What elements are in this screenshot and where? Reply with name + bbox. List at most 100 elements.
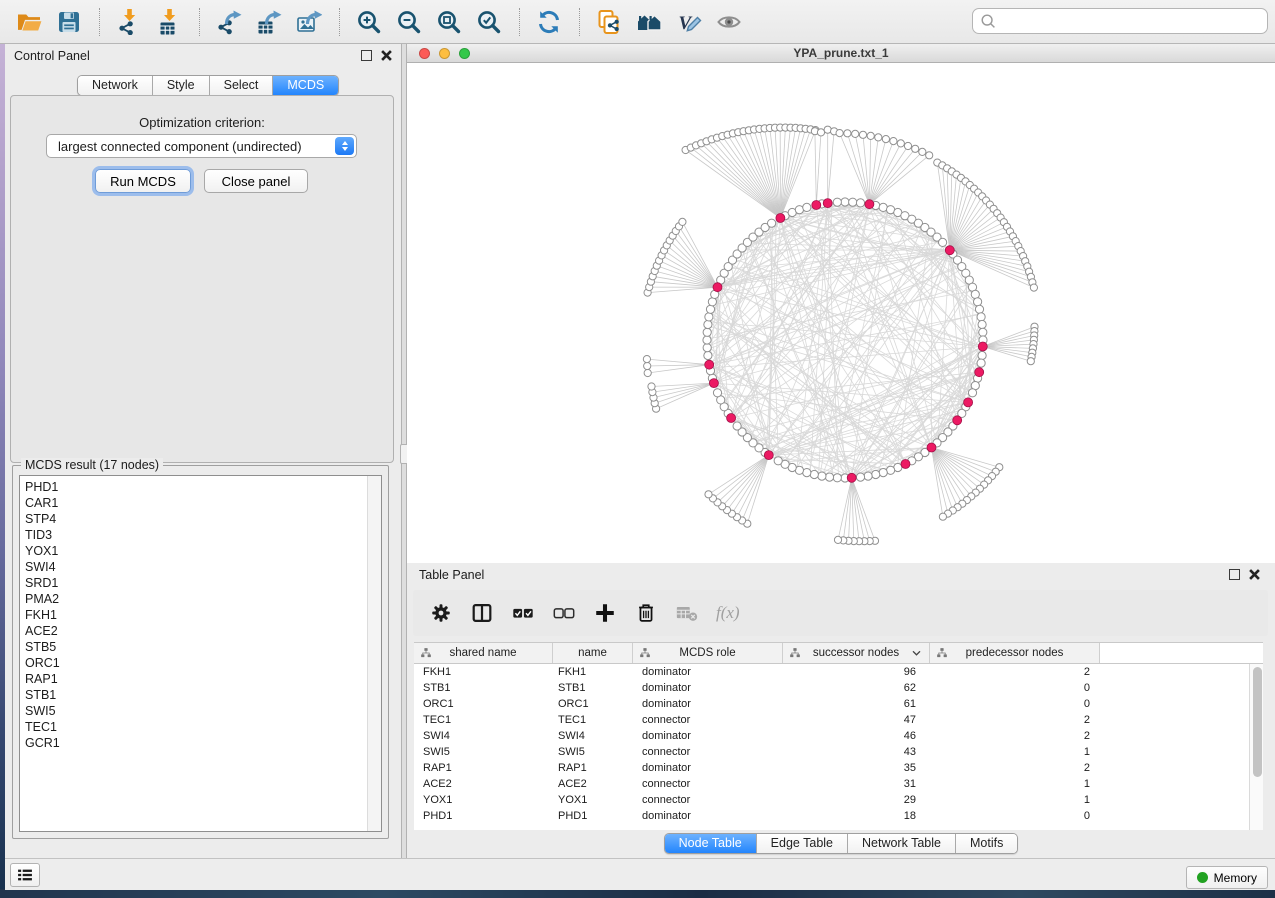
mcds-result-item[interactable]: STB5: [25, 639, 381, 655]
open-file-button[interactable]: [14, 5, 46, 39]
table-row[interactable]: FKH1FKH1dominator962: [414, 664, 1263, 680]
search-input[interactable]: [1000, 10, 1267, 32]
mcds-result-item[interactable]: SWI4: [25, 559, 381, 575]
export-network-button[interactable]: [214, 5, 246, 39]
cell-MCDS-role[interactable]: dominator: [633, 680, 783, 696]
table-row[interactable]: SWI4SWI4dominator462: [414, 728, 1263, 744]
cell-successor-nodes[interactable]: 62: [783, 680, 930, 696]
cell-MCDS-role[interactable]: dominator: [633, 760, 783, 776]
table-row[interactable]: SWI5SWI5connector431: [414, 744, 1263, 760]
close-panel-button[interactable]: [381, 49, 393, 61]
cell-shared-name[interactable]: YOX1: [414, 792, 553, 808]
column-header-successor-nodes[interactable]: successor nodes: [783, 643, 930, 663]
mcds-result-item[interactable]: PMA2: [25, 591, 381, 607]
cell-predecessor-nodes[interactable]: 0: [930, 696, 1100, 712]
cell-successor-nodes[interactable]: 46: [783, 728, 930, 744]
cell-predecessor-nodes[interactable]: 2: [930, 760, 1100, 776]
cell-successor-nodes[interactable]: 18: [783, 808, 930, 824]
tab-style[interactable]: Style: [152, 76, 209, 95]
table-row[interactable]: ORC1ORC1dominator610: [414, 696, 1263, 712]
cell-name[interactable]: FKH1: [553, 664, 633, 680]
cell-successor-nodes[interactable]: 96: [783, 664, 930, 680]
mcds-result-item[interactable]: CAR1: [25, 495, 381, 511]
run-mcds-button[interactable]: Run MCDS: [95, 169, 191, 193]
scrollbar-thumb[interactable]: [1253, 667, 1262, 777]
cell-name[interactable]: PHD1: [553, 808, 633, 824]
zoom-selected-button[interactable]: [474, 5, 506, 39]
cell-name[interactable]: YOX1: [553, 792, 633, 808]
refresh-view-button[interactable]: [534, 5, 566, 39]
column-header-shared-name[interactable]: shared name: [414, 643, 553, 663]
delete-button[interactable]: [634, 600, 660, 626]
cell-shared-name[interactable]: RAP1: [414, 760, 553, 776]
float-table-panel-button[interactable]: [1229, 569, 1240, 580]
export-image-button[interactable]: [294, 5, 326, 39]
columns-button[interactable]: [470, 600, 496, 626]
column-header-predecessor-nodes[interactable]: predecessor nodes: [930, 643, 1100, 663]
memory-button[interactable]: Memory: [1186, 866, 1268, 889]
mcds-result-item[interactable]: SWI5: [25, 703, 381, 719]
cell-shared-name[interactable]: PHD1: [414, 808, 553, 824]
cell-shared-name[interactable]: SWI4: [414, 728, 553, 744]
column-header-MCDS-role[interactable]: MCDS role: [633, 643, 783, 663]
cell-MCDS-role[interactable]: dominator: [633, 664, 783, 680]
zoom-fit-button[interactable]: [434, 5, 466, 39]
mcds-result-item[interactable]: ACE2: [25, 623, 381, 639]
zoom-in-button[interactable]: [354, 5, 386, 39]
cell-successor-nodes[interactable]: 47: [783, 712, 930, 728]
table-row[interactable]: YOX1YOX1connector291: [414, 792, 1263, 808]
tab-select[interactable]: Select: [209, 76, 273, 95]
export-table-button[interactable]: [254, 5, 286, 39]
cell-name[interactable]: STB1: [553, 680, 633, 696]
first-neighbors-button[interactable]: [634, 5, 666, 39]
optimization-criterion-select[interactable]: largest connected component (undirected): [46, 134, 357, 158]
select-all-button[interactable]: [511, 600, 537, 626]
mcds-result-item[interactable]: ORC1: [25, 655, 381, 671]
table-row[interactable]: STB1STB1dominator620: [414, 680, 1263, 696]
cell-shared-name[interactable]: TEC1: [414, 712, 553, 728]
mcds-result-item[interactable]: TID3: [25, 527, 381, 543]
import-network-button[interactable]: [114, 5, 146, 39]
mcds-list-scrollbar[interactable]: [367, 476, 381, 831]
mcds-result-item[interactable]: STP4: [25, 511, 381, 527]
cell-name[interactable]: ACE2: [553, 776, 633, 792]
tab-node-table[interactable]: Node Table: [665, 834, 756, 853]
close-table-panel-button[interactable]: [1249, 568, 1261, 580]
mcds-result-item[interactable]: STB1: [25, 687, 381, 703]
cell-successor-nodes[interactable]: 29: [783, 792, 930, 808]
mcds-result-item[interactable]: RAP1: [25, 671, 381, 687]
tab-edge-table[interactable]: Edge Table: [756, 834, 847, 853]
cell-MCDS-role[interactable]: connector: [633, 744, 783, 760]
zoom-out-button[interactable]: [394, 5, 426, 39]
cell-name[interactable]: ORC1: [553, 696, 633, 712]
cell-predecessor-nodes[interactable]: 1: [930, 792, 1100, 808]
add-button[interactable]: [593, 600, 619, 626]
mcds-result-item[interactable]: SRD1: [25, 575, 381, 591]
cell-predecessor-nodes[interactable]: 1: [930, 776, 1100, 792]
cell-successor-nodes[interactable]: 31: [783, 776, 930, 792]
import-table-button[interactable]: [154, 5, 186, 39]
cell-name[interactable]: SWI4: [553, 728, 633, 744]
cell-predecessor-nodes[interactable]: 2: [930, 664, 1100, 680]
cell-shared-name[interactable]: FKH1: [414, 664, 553, 680]
cell-predecessor-nodes[interactable]: 1: [930, 744, 1100, 760]
search-field[interactable]: [972, 8, 1268, 34]
settings-button[interactable]: [429, 600, 455, 626]
cell-name[interactable]: RAP1: [553, 760, 633, 776]
deselect-all-button[interactable]: [552, 600, 578, 626]
cell-successor-nodes[interactable]: 43: [783, 744, 930, 760]
tab-motifs[interactable]: Motifs: [955, 834, 1017, 853]
tab-mcds[interactable]: MCDS: [272, 76, 338, 95]
table-scrollbar[interactable]: [1249, 664, 1263, 830]
cell-shared-name[interactable]: ACE2: [414, 776, 553, 792]
network-graph[interactable]: [407, 63, 1275, 563]
cell-predecessor-nodes[interactable]: 2: [930, 712, 1100, 728]
table-row[interactable]: TEC1TEC1connector472: [414, 712, 1263, 728]
task-history-button[interactable]: [10, 863, 40, 887]
clone-network-button[interactable]: [594, 5, 626, 39]
cell-name[interactable]: SWI5: [553, 744, 633, 760]
cell-MCDS-role[interactable]: dominator: [633, 808, 783, 824]
vizmapper-button[interactable]: [674, 5, 706, 39]
table-row[interactable]: RAP1RAP1dominator352: [414, 760, 1263, 776]
cell-predecessor-nodes[interactable]: 2: [930, 728, 1100, 744]
